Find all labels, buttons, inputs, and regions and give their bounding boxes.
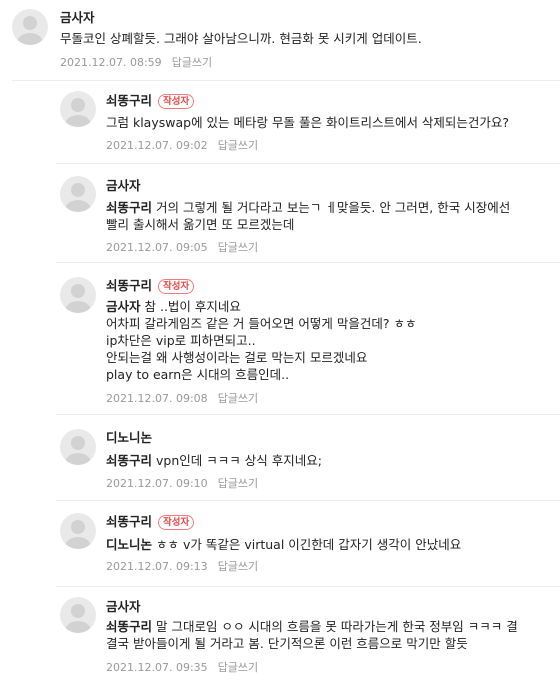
line-text: 거의 그렇게 될 거다라고 보는ㄱ ㅔ맞을듯. 안 그러면, 한국 시장에선 [156, 200, 511, 215]
comment-item: 쇠똥구리 작성자 디노니논 ㅎㅎ v가 똑같은 virtual 이긴한데 갑자기 생… [56, 501, 560, 585]
comment-author[interactable]: 금사자 [60, 10, 95, 26]
comment-date: 2021.12.07. 09:10 [106, 477, 208, 490]
comment-line: 금사자 참 ..법이 후지네요 [106, 298, 416, 315]
comment-date: 2021.12.07. 09:02 [106, 139, 208, 152]
reply-button[interactable]: 답글쓰기 [218, 139, 258, 152]
comment-author[interactable]: 디노니논 [106, 430, 152, 446]
avatar[interactable] [60, 176, 96, 212]
comment-meta: 2021.12.07. 08:59 답글쓰기 [60, 56, 212, 70]
comment-text: 그럼 klayswap에 있는 메타랑 무돌 풀은 화이트리스트에서 삭제되는건… [106, 114, 509, 131]
comment-item: 쇠똥구리 작성자 그럼 klayswap에 있는 메타랑 무돌 풀은 화이트리스트… [56, 81, 560, 161]
comment-date: 2021.12.07. 09:35 [106, 661, 208, 674]
line-text: 말 그대로임 ㅇㅇ 시대의 흐름을 못 따라가는게 한국 정부임 ㅋㅋㅋ 결 [156, 619, 518, 634]
comment-line: play to earn은 시대의 흐름인데.. [106, 367, 290, 382]
author-name: 디노니논 [106, 430, 153, 445]
default-avatar-icon [65, 98, 91, 127]
author-badge: 작성자 [158, 279, 195, 294]
comment-text: 쇠똥구리 거의 그렇게 될 거다라고 보는ㄱ ㅔ맞을듯. 안 그러면, 한국 시장… [106, 199, 510, 233]
comment-author[interactable]: 금사자 [106, 178, 141, 194]
author-name: 쇠똥구리 [106, 278, 153, 293]
comment-meta: 2021.12.07. 09:02 답글쓰기 [106, 139, 258, 153]
comment-line: ip차단은 vip로 피하면되고.. [106, 333, 256, 348]
comment-item: 금사자 쇠똥구리 거의 그렇게 될 거다라고 보는ㄱ ㅔ맞을듯. 안 그러면, 한… [56, 164, 560, 260]
reply-button[interactable]: 답글쓰기 [218, 560, 258, 573]
comment-text: 금사자 참 ..법이 후지네요 어차피 갈라게임즈 같은 거 들어오면 어떻게 막… [106, 298, 416, 383]
comment-date: 2021.12.07. 09:08 [106, 392, 208, 405]
line-text: ㅎㅎ v가 똑같은 virtual 이긴한데 갑자기 생각이 안났네요 [156, 537, 462, 552]
reply-button[interactable]: 답글쓰기 [172, 56, 212, 69]
mention-tag[interactable]: 쇠똥구리 [106, 453, 152, 468]
comment-date: 2021.12.07. 09:13 [106, 560, 208, 573]
comment-line: 빨리 출시해서 옮기면 또 모르겠는데 [106, 217, 295, 232]
comment-line: 쇠똥구리 거의 그렇게 될 거다라고 보는ㄱ ㅔ맞을듯. 안 그러면, 한국 시장… [106, 199, 510, 216]
default-avatar-icon [65, 183, 91, 212]
author-name: 금사자 [106, 599, 141, 614]
avatar[interactable] [60, 277, 96, 313]
comment-meta: 2021.12.07. 09:10 답글쓰기 [106, 477, 258, 491]
comment-line: 어차피 갈라게임즈 같은 거 들어오면 어떻게 막을건데? ㅎㅎ [106, 316, 417, 331]
comment-line: 그럼 klayswap에 있는 메타랑 무돌 풀은 화이트리스트에서 삭제되는건… [106, 115, 510, 130]
comment-author[interactable]: 쇠똥구리 작성자 [106, 278, 195, 294]
reply-button[interactable]: 답글쓰기 [218, 392, 258, 405]
comment-line: 안되는걸 왜 사행성이라는 걸로 막는지 모르겠네요 [106, 350, 368, 365]
mention-tag[interactable]: 금사자 [106, 299, 141, 314]
avatar[interactable] [60, 91, 96, 127]
default-avatar-icon [65, 284, 91, 313]
comment-author[interactable]: 쇠똥구리 작성자 [106, 93, 195, 109]
author-name: 금사자 [106, 178, 141, 193]
line-text: vpn인데 ㅋㅋㅋ 상식 후지네요; [156, 453, 322, 468]
comment-meta: 2021.12.07. 09:13 답글쓰기 [106, 560, 258, 574]
comment-text: 쇠똥구리 vpn인데 ㅋㅋㅋ 상식 후지네요; [106, 452, 322, 469]
comment-meta: 2021.12.07. 09:35 답글쓰기 [106, 661, 258, 675]
author-name: 쇠똥구리 [106, 514, 153, 529]
author-name: 금사자 [60, 10, 95, 25]
comment-date: 2021.12.07. 08:59 [60, 56, 162, 69]
comment-text: 무돌코인 상폐할듯. 그래야 살아남으니까. 현금화 못 시키게 업데이트. [60, 30, 422, 47]
comment-text: 쇠똥구리 말 그대로임 ㅇㅇ 시대의 흐름을 못 따라가는게 한국 정부임 ㅋㅋㅋ… [106, 618, 518, 652]
author-name: 쇠똥구리 [106, 93, 153, 108]
default-avatar-icon [65, 604, 91, 633]
default-avatar-icon [65, 436, 91, 465]
comment-text: 디노니논 ㅎㅎ v가 똑같은 virtual 이긴한데 갑자기 생각이 안났네요 [106, 536, 461, 553]
reply-button[interactable]: 답글쓰기 [218, 661, 258, 674]
comment-line: 쇠똥구리 말 그대로임 ㅇㅇ 시대의 흐름을 못 따라가는게 한국 정부임 ㅋㅋㅋ… [106, 618, 518, 635]
comment-item: 디노니논 쇠똥구리 vpn인데 ㅋㅋㅋ 상식 후지네요; 2021.12.07. … [56, 415, 560, 499]
mention-tag[interactable]: 쇠똥구리 [106, 619, 152, 634]
avatar[interactable] [60, 429, 96, 465]
reply-button[interactable]: 답글쓰기 [218, 241, 258, 254]
comment-line: 결국 받아들이게 될 거라고 봄. 단기적으론 이런 흐름으로 막기만 할듯 [106, 636, 468, 651]
avatar[interactable] [60, 597, 96, 633]
comment-meta: 2021.12.07. 09:08 답글쓰기 [106, 392, 258, 406]
default-avatar-icon [17, 16, 43, 45]
comment-item: 금사자 쇠똥구리 말 그대로임 ㅇㅇ 시대의 흐름을 못 따라가는게 한국 정부임… [56, 587, 560, 683]
avatar[interactable] [60, 513, 96, 549]
mention-tag[interactable]: 디노니논 [106, 537, 152, 552]
comment-line: 무돌코인 상폐할듯. 그래야 살아남으니까. 현금화 못 시키게 업데이트. [60, 31, 422, 46]
comment-date: 2021.12.07. 09:05 [106, 241, 208, 254]
author-badge: 작성자 [158, 515, 195, 530]
comment-author[interactable]: 금사자 [106, 599, 141, 615]
author-badge: 작성자 [158, 94, 195, 109]
comment-meta: 2021.12.07. 09:05 답글쓰기 [106, 241, 258, 255]
line-text: 참 ..법이 후지네요 [144, 299, 241, 314]
comment-line: 디노니논 ㅎㅎ v가 똑같은 virtual 이긴한데 갑자기 생각이 안났네요 [106, 536, 461, 553]
comment-item: 금사자 무돌코인 상폐할듯. 그래야 살아남으니까. 현금화 못 시키게 업데이… [0, 0, 560, 80]
mention-tag[interactable]: 쇠똥구리 [106, 200, 152, 215]
default-avatar-icon [65, 520, 91, 549]
comment-line: 쇠똥구리 vpn인데 ㅋㅋㅋ 상식 후지네요; [106, 452, 322, 469]
comment-item: 쇠똥구리 작성자 금사자 참 ..법이 후지네요 어차피 갈라게임즈 같은 거 들어… [56, 263, 560, 413]
comment-author[interactable]: 쇠똥구리 작성자 [106, 514, 195, 530]
reply-button[interactable]: 답글쓰기 [218, 477, 258, 490]
avatar[interactable] [12, 9, 48, 45]
